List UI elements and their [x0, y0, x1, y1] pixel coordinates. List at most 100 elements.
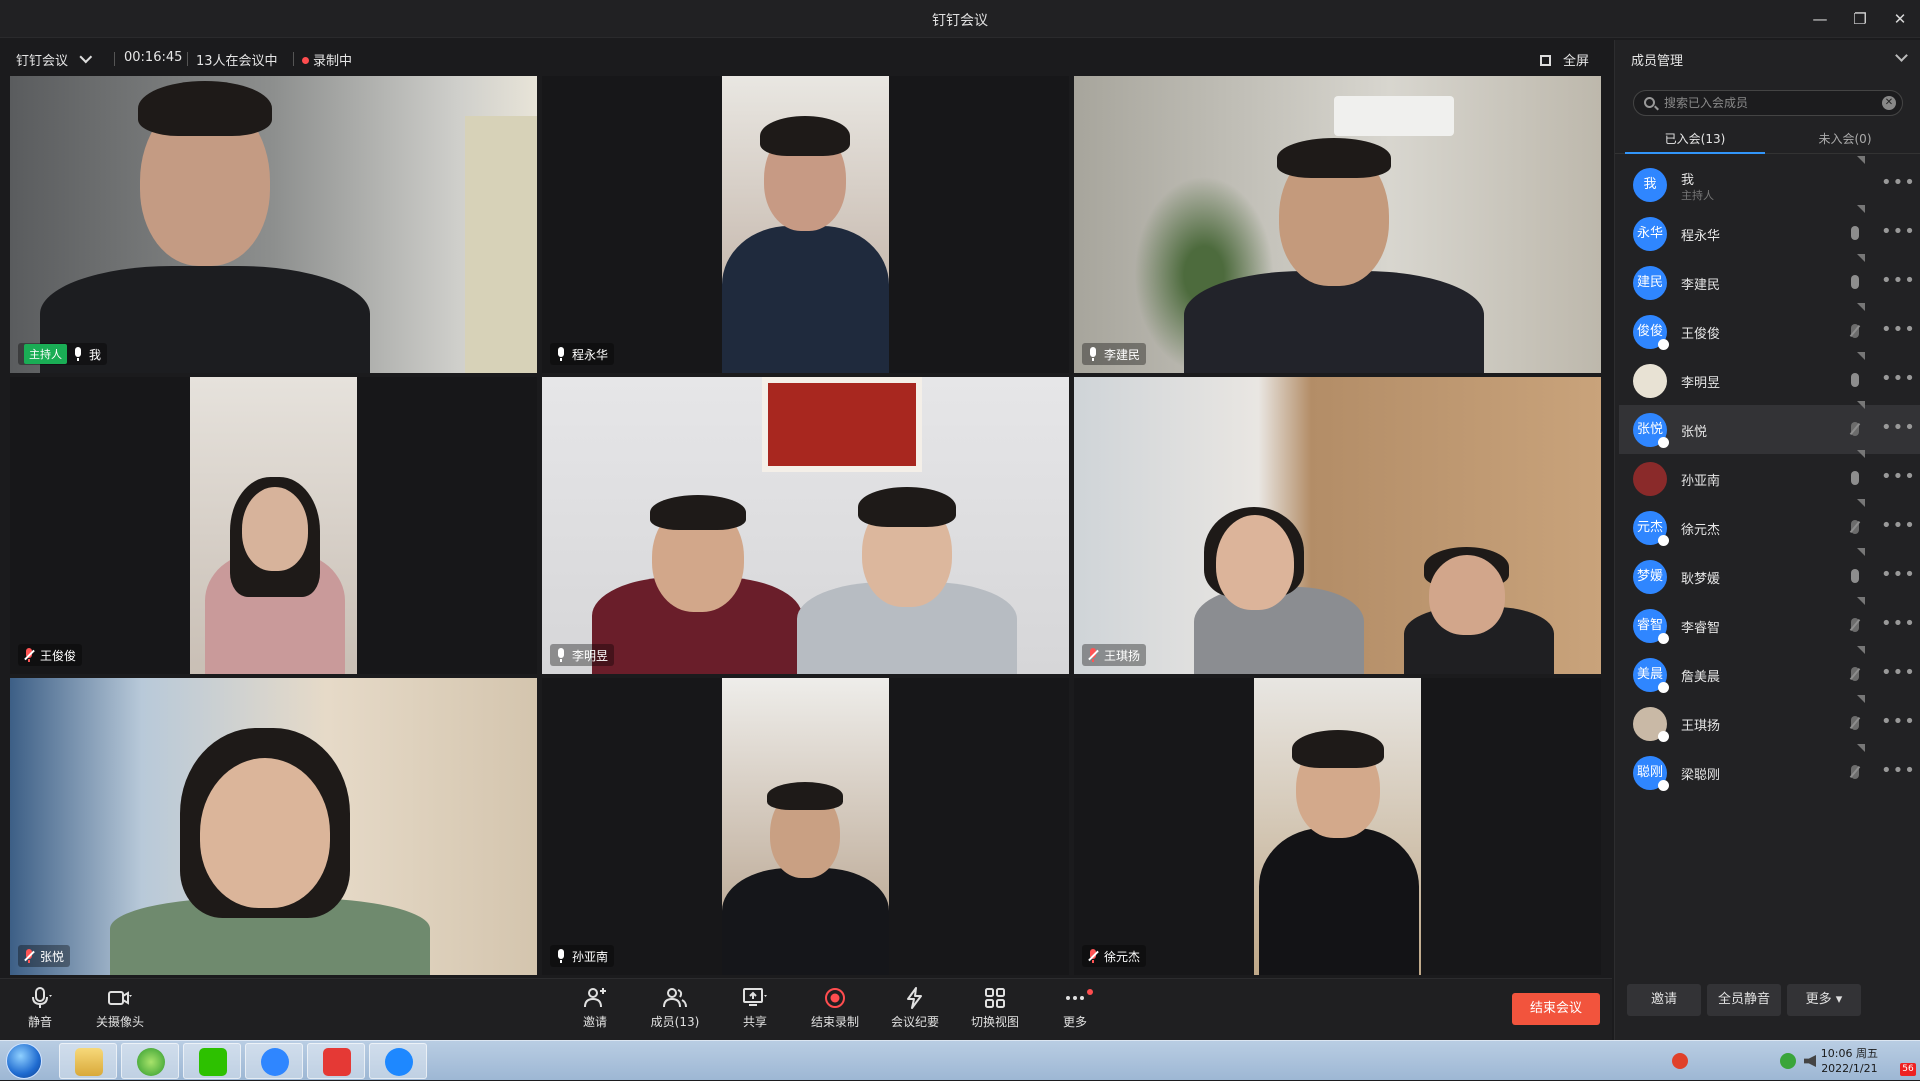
mute-button[interactable]: 静音: [8, 987, 72, 1030]
video-tile[interactable]: 王琪扬: [1074, 377, 1601, 674]
video-tile[interactable]: 徐元杰: [1074, 678, 1601, 975]
microphone-icon[interactable]: [1851, 226, 1859, 240]
invite-button[interactable]: 邀请: [563, 987, 627, 1030]
close-button[interactable]: ✕: [1882, 6, 1918, 32]
minimize-button[interactable]: —: [1802, 6, 1838, 32]
mic-muted-icon[interactable]: [1851, 520, 1859, 534]
taskbar-wechat[interactable]: [183, 1043, 241, 1079]
volume-icon[interactable]: [1804, 1055, 1816, 1067]
mic-muted-icon[interactable]: [1851, 324, 1859, 338]
member-more-icon[interactable]: •••: [1881, 760, 1916, 781]
member-row[interactable]: 建民 李建民 •••: [1619, 254, 1920, 307]
title-bar: 钉钉会议 — ❐ ✕: [0, 0, 1920, 38]
mic-muted-icon[interactable]: [1851, 422, 1859, 436]
clear-search-icon[interactable]: ✕: [1882, 96, 1896, 110]
avatar-text: 聪刚: [1636, 765, 1663, 780]
member-more-icon[interactable]: •••: [1881, 368, 1916, 389]
mute-all-button[interactable]: 全员静音: [1707, 984, 1781, 1016]
member-more-icon[interactable]: •••: [1881, 466, 1916, 487]
wall-panel: [465, 116, 537, 373]
member-row[interactable]: 聪刚 梁聪刚 •••: [1619, 744, 1920, 797]
video-tile[interactable]: 孙亚南: [542, 678, 1069, 975]
mic-muted-icon[interactable]: [1851, 765, 1859, 779]
share-button[interactable]: 共享: [723, 987, 787, 1030]
taskbar-wps[interactable]: [307, 1043, 365, 1079]
end-meeting-button[interactable]: 结束会议: [1512, 993, 1600, 1025]
browser-icon: [137, 1048, 165, 1076]
member-more-icon[interactable]: •••: [1881, 662, 1916, 683]
mic-muted-icon[interactable]: [1851, 618, 1859, 632]
ime-icon[interactable]: [1672, 1053, 1688, 1069]
member-row[interactable]: 张悦 张悦 •••: [1619, 401, 1920, 454]
member-more-icon[interactable]: •••: [1881, 172, 1916, 193]
tab-not-joined[interactable]: 未入会(0): [1770, 130, 1920, 147]
member-row[interactable]: 王琪扬 •••: [1619, 695, 1920, 748]
member-row[interactable]: 孙亚南 •••: [1619, 450, 1920, 503]
video-tile[interactable]: 程永华: [542, 76, 1069, 373]
mic-muted-icon[interactable]: [1851, 667, 1859, 681]
member-row[interactable]: 美晨 詹美晨 •••: [1619, 646, 1920, 699]
video-feed: [722, 76, 889, 373]
camera-off-label: 关摄像头: [95, 1015, 144, 1029]
taskbar-dingtalk-meeting[interactable]: [369, 1043, 427, 1079]
member-more-icon[interactable]: •••: [1881, 564, 1916, 585]
stop-recording-button[interactable]: 结束录制: [803, 987, 867, 1030]
invite-member-button[interactable]: 邀请: [1627, 984, 1701, 1016]
video-tile[interactable]: 李建民: [1074, 76, 1601, 373]
member-more-icon[interactable]: •••: [1881, 221, 1916, 242]
member-name: 耿梦媛: [1681, 572, 1721, 587]
member-more-icon[interactable]: •••: [1881, 711, 1916, 732]
member-row[interactable]: 永华 程永华 •••: [1619, 205, 1920, 258]
member-more-icon[interactable]: •••: [1881, 417, 1916, 438]
member-row[interactable]: 俊俊 王俊俊 •••: [1619, 303, 1920, 356]
participant-count: 13人在会议中: [196, 54, 278, 69]
member-row[interactable]: 我 我主持人 •••: [1619, 156, 1920, 209]
member-more-icon[interactable]: •••: [1881, 270, 1916, 291]
switch-view-button[interactable]: 切换视图: [963, 987, 1027, 1030]
meeting-app-dropdown[interactable]: 钉钉会议: [16, 50, 93, 69]
start-button[interactable]: [6, 1043, 42, 1079]
member-more-icon[interactable]: •••: [1881, 319, 1916, 340]
video-tile[interactable]: 王俊俊: [10, 377, 537, 674]
taskbar-feishu[interactable]: [245, 1043, 303, 1079]
member-search-input[interactable]: [1664, 94, 1874, 112]
video-tile[interactable]: 主持人 我: [10, 76, 537, 373]
collapse-panel-button[interactable]: [1895, 48, 1908, 64]
microphone-icon[interactable]: [1851, 471, 1859, 485]
meeting-minutes-button[interactable]: 会议纪要: [883, 987, 947, 1030]
video-tile[interactable]: 李明昱: [542, 377, 1069, 674]
microphone-icon[interactable]: [1851, 275, 1859, 289]
clock[interactable]: 10:06 周五 2022/1/21: [1821, 1046, 1878, 1076]
restore-button[interactable]: ❐: [1842, 6, 1878, 32]
panel-more-button[interactable]: 更多 ▾: [1787, 984, 1861, 1016]
taskbar-file-explorer[interactable]: [59, 1043, 117, 1079]
member-row[interactable]: 李明昱 •••: [1619, 352, 1920, 405]
network-icon[interactable]: [1780, 1053, 1796, 1069]
member-name: 张悦: [1681, 425, 1708, 440]
video-feed: [10, 76, 537, 373]
member-row[interactable]: 梦媛 耿梦媛 •••: [1619, 548, 1920, 601]
member-row[interactable]: 元杰 徐元杰 •••: [1619, 499, 1920, 552]
tab-joined[interactable]: 已入会(13): [1620, 130, 1770, 147]
member-role: 主持人: [1681, 189, 1714, 202]
video-tile[interactable]: 张悦: [10, 678, 537, 975]
avatar: 俊俊: [1633, 315, 1669, 350]
taskbar-browser[interactable]: [121, 1043, 179, 1079]
member-name: 梁聪刚: [1681, 768, 1721, 783]
microphone-icon[interactable]: [1851, 569, 1859, 583]
member-more-icon[interactable]: •••: [1881, 613, 1916, 634]
microphone-icon[interactable]: [1851, 373, 1859, 387]
more-button[interactable]: 更多: [1043, 987, 1107, 1030]
member-search[interactable]: ✕: [1633, 90, 1903, 116]
fu-poster: [762, 377, 922, 472]
camera-off-button[interactable]: 关摄像头: [88, 987, 152, 1030]
fullscreen-button[interactable]: 全屏: [1540, 50, 1589, 69]
member-panel: 成员管理 ✕ 已入会(13) 未入会(0) 我我主持人•••永华程永华•••建民…: [1614, 40, 1920, 1040]
member-more-icon[interactable]: •••: [1881, 515, 1916, 536]
member-row[interactable]: 睿智 李睿智 •••: [1619, 597, 1920, 650]
notification-badge[interactable]: 56: [1900, 1063, 1916, 1076]
members-button[interactable]: 成员(13): [643, 987, 707, 1030]
mic-muted-icon[interactable]: [1851, 716, 1859, 730]
avatar: 元杰: [1633, 511, 1669, 546]
tile-name-tag: 李明昱: [550, 644, 615, 666]
